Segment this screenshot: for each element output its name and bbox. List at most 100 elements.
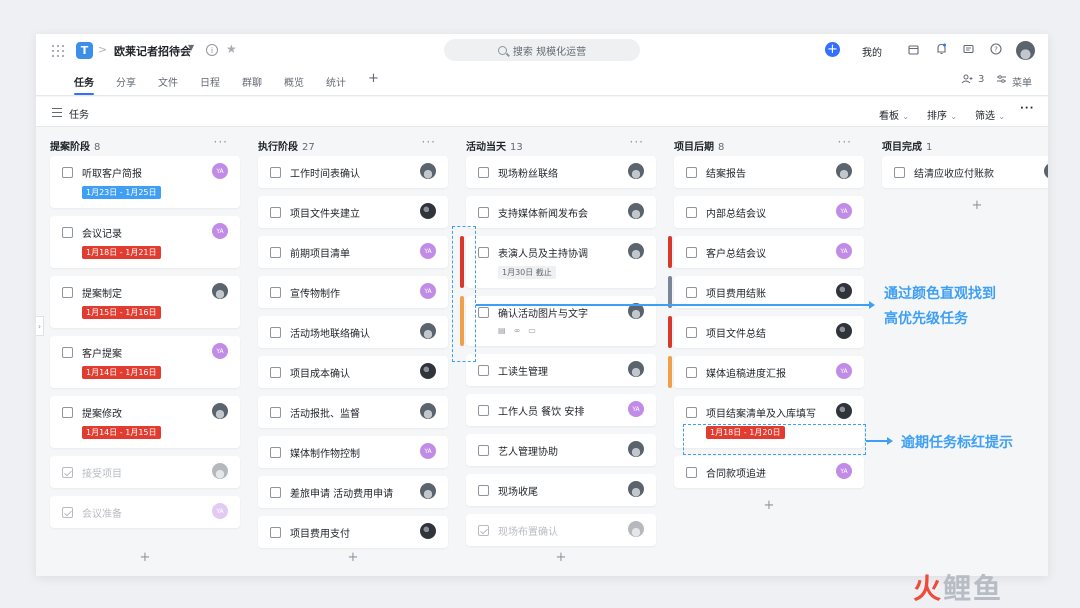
- task-card[interactable]: 会议记录 YA 1月18日 - 1月21日: [50, 216, 240, 268]
- task-card[interactable]: 现场粉丝联络: [466, 156, 656, 188]
- assignee-avatar[interactable]: [628, 203, 644, 219]
- task-checkbox[interactable]: [478, 207, 489, 218]
- assignee-avatar[interactable]: [628, 243, 644, 259]
- task-card[interactable]: 艺人管理协助: [466, 434, 656, 466]
- assignee-avatar[interactable]: [628, 521, 644, 537]
- task-card[interactable]: 提案制定 1月15日 - 1月16日: [50, 276, 240, 328]
- assignee-avatar[interactable]: YA: [212, 223, 228, 239]
- assignee-avatar[interactable]: [420, 483, 436, 499]
- add-task-button[interactable]: +: [674, 496, 864, 516]
- assignee-avatar[interactable]: YA: [836, 243, 852, 259]
- task-checkbox[interactable]: [270, 207, 281, 218]
- task-card[interactable]: 项目文件总结: [668, 316, 864, 348]
- assignee-avatar[interactable]: [420, 203, 436, 219]
- task-card[interactable]: 工作人员 餐饮 安排 YA: [466, 394, 656, 426]
- task-card[interactable]: 内部总结会议 YA: [674, 196, 864, 228]
- column-more-icon[interactable]: ···: [214, 135, 228, 149]
- task-checkbox[interactable]: [62, 467, 73, 478]
- task-checkbox[interactable]: [270, 167, 281, 178]
- task-card[interactable]: 现场收尾: [466, 474, 656, 506]
- task-checkbox[interactable]: [270, 487, 281, 498]
- star-icon[interactable]: ★: [226, 42, 237, 56]
- assignee-avatar[interactable]: [628, 361, 644, 377]
- assignee-avatar[interactable]: YA: [628, 401, 644, 417]
- task-card[interactable]: 现场布置确认: [466, 514, 656, 546]
- task-checkbox[interactable]: [686, 407, 697, 418]
- task-card[interactable]: 活动报批、监督: [258, 396, 448, 428]
- assignee-avatar[interactable]: [628, 441, 644, 457]
- tab-group-chat[interactable]: 群聊: [242, 74, 262, 89]
- project-title[interactable]: 欧莱记者招待会: [114, 43, 191, 59]
- assignee-avatar[interactable]: [212, 463, 228, 479]
- assignee-avatar[interactable]: [836, 323, 852, 339]
- task-checkbox[interactable]: [686, 467, 697, 478]
- assignee-avatar[interactable]: YA: [420, 243, 436, 259]
- tab-overview[interactable]: 概览: [284, 74, 304, 89]
- app-logo[interactable]: T: [76, 42, 93, 59]
- tab-share[interactable]: 分享: [116, 74, 136, 89]
- sort-selector[interactable]: 排序 ⌄: [927, 107, 957, 122]
- task-checkbox[interactable]: [270, 447, 281, 458]
- more-icon[interactable]: ···: [1020, 103, 1034, 114]
- task-card[interactable]: 宣传物制作 YA: [258, 276, 448, 308]
- task-card[interactable]: 表演人员及主持协调 1月30日 截止: [460, 236, 656, 288]
- assignee-avatar[interactable]: [420, 323, 436, 339]
- task-checkbox[interactable]: [478, 525, 489, 536]
- assignee-avatar[interactable]: [1044, 163, 1048, 179]
- menu-button[interactable]: 菜单: [1012, 74, 1032, 89]
- task-card[interactable]: 项目成本确认: [258, 356, 448, 388]
- column-more-icon[interactable]: ···: [838, 135, 852, 149]
- assignee-avatar[interactable]: [212, 403, 228, 419]
- task-checkbox[interactable]: [62, 227, 73, 238]
- task-card[interactable]: 项目费用支付: [258, 516, 448, 548]
- view-selector[interactable]: 看板 ⌄: [879, 107, 909, 122]
- task-checkbox[interactable]: [686, 367, 697, 378]
- assignee-avatar[interactable]: YA: [836, 463, 852, 479]
- assignee-avatar[interactable]: YA: [212, 343, 228, 359]
- task-checkbox[interactable]: [62, 167, 73, 178]
- task-checkbox[interactable]: [894, 167, 905, 178]
- task-card[interactable]: 客户总结会议 YA: [668, 236, 864, 268]
- caret-down-icon[interactable]: ▼: [188, 43, 194, 52]
- add-task-button[interactable]: +: [50, 548, 240, 568]
- task-card[interactable]: 接受项目: [50, 456, 240, 488]
- search-bar[interactable]: 搜索 规模化运营: [444, 39, 640, 61]
- filter-selector[interactable]: 筛选 ⌄: [975, 107, 1005, 122]
- task-checkbox[interactable]: [478, 485, 489, 496]
- hamburger-icon[interactable]: [52, 108, 62, 117]
- menu-icon[interactable]: [996, 74, 1007, 87]
- task-checkbox[interactable]: [62, 507, 73, 518]
- column-more-icon[interactable]: ···: [630, 135, 644, 149]
- task-checkbox[interactable]: [686, 287, 697, 298]
- user-avatar[interactable]: [1016, 41, 1035, 60]
- assignee-avatar[interactable]: YA: [836, 203, 852, 219]
- chat-icon[interactable]: [961, 42, 975, 56]
- task-checkbox[interactable]: [270, 367, 281, 378]
- task-checkbox[interactable]: [270, 327, 281, 338]
- assignee-avatar[interactable]: YA: [420, 443, 436, 459]
- assignee-avatar[interactable]: [420, 363, 436, 379]
- task-card[interactable]: 结案报告: [674, 156, 864, 188]
- task-card[interactable]: 项目文件夹建立: [258, 196, 448, 228]
- assignee-avatar[interactable]: [836, 403, 852, 419]
- assignee-avatar[interactable]: [420, 163, 436, 179]
- assignee-avatar[interactable]: [212, 283, 228, 299]
- add-task-button[interactable]: +: [882, 196, 1048, 216]
- task-checkbox[interactable]: [478, 405, 489, 416]
- assignee-avatar[interactable]: [628, 481, 644, 497]
- sidebar-expand-icon[interactable]: ›: [36, 316, 44, 336]
- assignee-avatar[interactable]: [420, 523, 436, 539]
- task-card[interactable]: 工作时间表确认: [258, 156, 448, 188]
- apps-grid-icon[interactable]: [52, 45, 64, 57]
- task-card[interactable]: 前期项目清单 YA: [258, 236, 448, 268]
- tab-statistics[interactable]: 统计: [326, 74, 346, 89]
- assignee-avatar[interactable]: [836, 283, 852, 299]
- tab-files[interactable]: 文件: [158, 74, 178, 89]
- assignee-avatar[interactable]: [420, 403, 436, 419]
- assignee-avatar[interactable]: YA: [212, 163, 228, 179]
- task-card[interactable]: 媒体制作物控制 YA: [258, 436, 448, 468]
- task-checkbox[interactable]: [270, 527, 281, 538]
- member-count[interactable]: 3: [978, 74, 984, 85]
- task-checkbox[interactable]: [270, 407, 281, 418]
- add-task-button[interactable]: +: [258, 548, 448, 568]
